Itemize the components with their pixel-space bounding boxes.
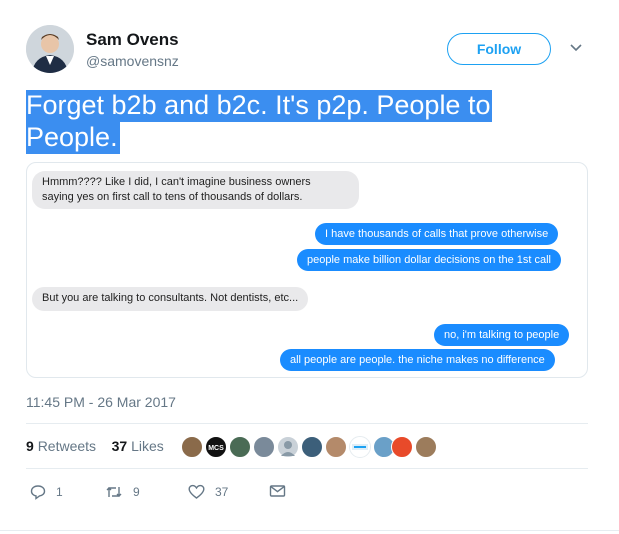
likes-label: Likes xyxy=(131,438,164,454)
tweet-text: Forget b2b and b2c. It's p2p. People to … xyxy=(26,89,526,154)
tweet-text-line-2: People. xyxy=(26,122,120,154)
svg-text:MCS: MCS xyxy=(208,445,224,452)
divider xyxy=(26,468,588,469)
liker-avatar[interactable] xyxy=(301,436,323,458)
tweet-media-card[interactable]: Hmmm???? Like I did, I can't imagine bus… xyxy=(26,162,588,378)
liker-avatar[interactable] xyxy=(181,436,203,458)
likes-stat[interactable]: 37 Likes xyxy=(112,438,164,454)
retweet-button[interactable]: 9 xyxy=(105,484,140,500)
like-count: 37 xyxy=(215,485,229,499)
chat-message-text: Hmmm???? Like I did, I can't imagine bus… xyxy=(42,176,311,188)
retweet-count: 9 xyxy=(133,485,140,499)
chat-message-text: saying yes on first call to tens of thou… xyxy=(42,191,303,203)
reply-count: 1 xyxy=(56,485,63,499)
tweet-timestamp[interactable]: 11:45 PM - 26 Mar 2017 xyxy=(26,394,176,410)
follow-button[interactable]: Follow xyxy=(447,33,551,65)
likes-count: 37 xyxy=(111,438,128,454)
retweets-count: 9 xyxy=(26,438,34,454)
heart-icon xyxy=(188,484,205,499)
liker-avatar[interactable] xyxy=(325,436,347,458)
chat-message-outgoing: I have thousands of calls that prove oth… xyxy=(315,223,559,245)
touchpoints-logo-avatar[interactable] xyxy=(349,436,371,458)
liker-avatar[interactable] xyxy=(229,436,251,458)
author-name[interactable]: Sam Ovens xyxy=(86,30,179,50)
chat-message-outgoing: people make billion dollar decisions on … xyxy=(297,249,561,271)
tweet-text-line-1: Forget b2b and b2c. It's p2p. People to xyxy=(26,90,493,122)
liker-avatar[interactable] xyxy=(253,436,275,458)
reply-button[interactable]: 1 xyxy=(30,484,63,500)
author-handle[interactable]: @samovensnz xyxy=(86,53,179,69)
reply-icon xyxy=(30,485,46,500)
chat-message-incoming: But you are talking to consultants. Not … xyxy=(32,287,309,311)
direct-message-button[interactable] xyxy=(269,484,296,498)
retweets-stat[interactable]: 9 Retweets xyxy=(26,438,100,454)
liker-avatar[interactable]: MCS xyxy=(205,436,227,458)
author-avatar[interactable] xyxy=(26,25,74,73)
liker-avatar[interactable] xyxy=(391,436,413,458)
envelope-icon xyxy=(269,485,286,497)
tweet-stats: 9 Retweets 37 Likes xyxy=(26,438,164,454)
retweet-icon xyxy=(106,487,122,497)
chat-message-outgoing: no, i'm talking to people xyxy=(434,324,570,346)
chat-message-outgoing: all people are people. the niche makes n… xyxy=(280,349,555,371)
chevron-down-icon[interactable] xyxy=(569,40,583,54)
chat-message-incoming: Hmmm???? Like I did, I can't imagine bus… xyxy=(32,171,359,209)
like-button[interactable]: 37 xyxy=(188,484,228,500)
divider xyxy=(0,530,619,531)
retweets-label: Retweets xyxy=(37,438,97,454)
divider xyxy=(26,423,588,424)
default-avatar-icon[interactable] xyxy=(277,436,299,458)
liker-avatar[interactable] xyxy=(415,436,437,458)
